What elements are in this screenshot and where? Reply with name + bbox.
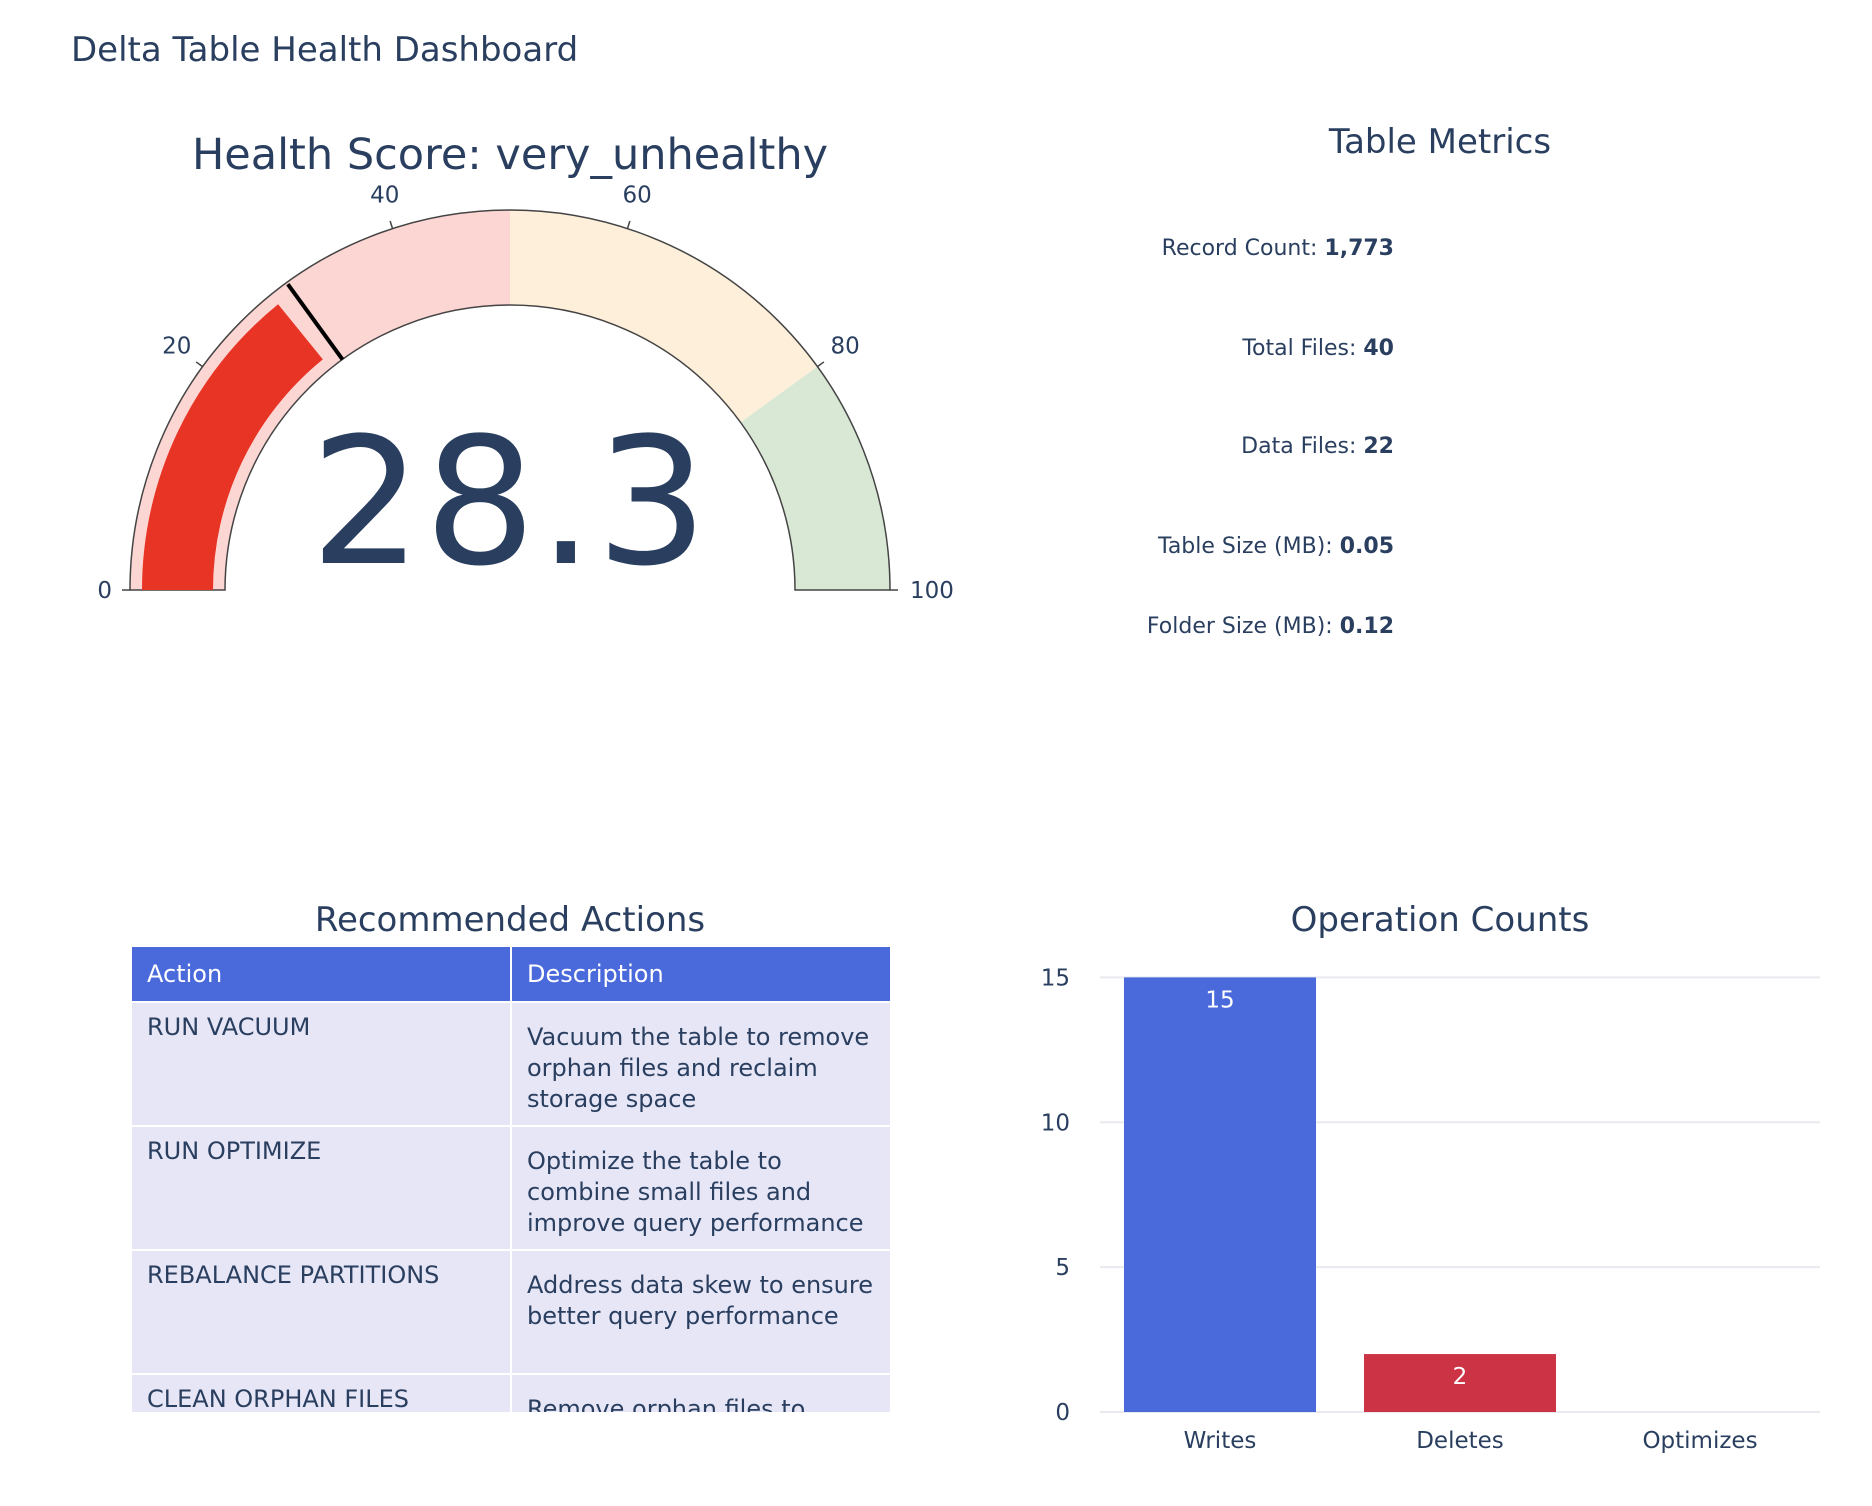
page-title: Delta Table Health Dashboard <box>71 30 579 70</box>
table-row: CLEAN ORPHAN FILES Remove orphan files t… <box>130 1373 890 1412</box>
gauge-tick-40 <box>389 220 394 229</box>
gauge-tick-label-60: 60 <box>623 182 652 208</box>
gauge-tick-label-80: 80 <box>831 333 860 359</box>
x-tick-label-writes: Writes <box>1184 1428 1257 1454</box>
operation-counts-chart: 0 5 10 15 15 Writes 2 Deletes Optimizes <box>1041 965 1820 1454</box>
metric-folder-size: Folder Size (MB): 0.12 <box>1146 614 1394 639</box>
y-tick-label-5: 5 <box>1055 1255 1070 1281</box>
actions-title: Recommended Actions <box>314 900 706 940</box>
gauge-tick-60 <box>626 220 631 229</box>
gauge-value: 28.3 <box>310 400 710 605</box>
bar-value-label-deletes: 2 <box>1453 1364 1468 1390</box>
description-cell: Remove orphan files to <box>510 1373 890 1412</box>
column-header-description: Description <box>510 945 890 1003</box>
bar-writes <box>1124 977 1316 1412</box>
x-tick-label-deletes: Deletes <box>1416 1428 1504 1454</box>
bar-value-label-writes: 15 <box>1205 987 1234 1013</box>
x-tick-label-optimizes: Optimizes <box>1642 1428 1757 1454</box>
action-cell: RUN VACUUM <box>130 1001 512 1127</box>
gauge-tick-80 <box>816 361 825 368</box>
metric-data-files: Data Files: 22 <box>1241 434 1394 459</box>
gauge-tick-20 <box>195 361 204 368</box>
description-cell: Optimize the table to combine small file… <box>510 1125 890 1251</box>
y-tick-label-10: 10 <box>1041 1110 1070 1136</box>
gauge-tick-label-20: 20 <box>162 333 191 359</box>
metrics-title: Table Metrics <box>1328 122 1552 162</box>
actions-table: Action Description RUN VACUUM Vacuum the… <box>130 945 890 1412</box>
column-header-action: Action <box>130 945 512 1003</box>
ops-chart-title: Operation Counts <box>1290 900 1590 940</box>
action-cell: REBALANCE PARTITIONS <box>130 1249 512 1375</box>
table-row: REBALANCE PARTITIONS Address data skew t… <box>130 1249 890 1375</box>
action-cell: CLEAN ORPHAN FILES <box>130 1373 512 1412</box>
y-tick-label-15: 15 <box>1041 965 1070 991</box>
description-cell: Address data skew to ensure better query… <box>510 1249 890 1375</box>
gauge-tick-label-40: 40 <box>370 182 399 208</box>
metric-total-files: Total Files: 40 <box>1242 336 1394 361</box>
table-row: RUN VACUUM Vacuum the table to remove or… <box>130 1001 890 1127</box>
y-tick-label-0: 0 <box>1055 1400 1070 1426</box>
description-cell: Vacuum the table to remove orphan files … <box>510 1001 890 1127</box>
metric-table-size: Table Size (MB): 0.05 <box>1158 534 1394 559</box>
metric-record-count: Record Count: 1,773 <box>1161 236 1394 261</box>
action-cell: RUN OPTIMIZE <box>130 1125 512 1251</box>
table-row: RUN OPTIMIZE Optimize the table to combi… <box>130 1125 890 1251</box>
